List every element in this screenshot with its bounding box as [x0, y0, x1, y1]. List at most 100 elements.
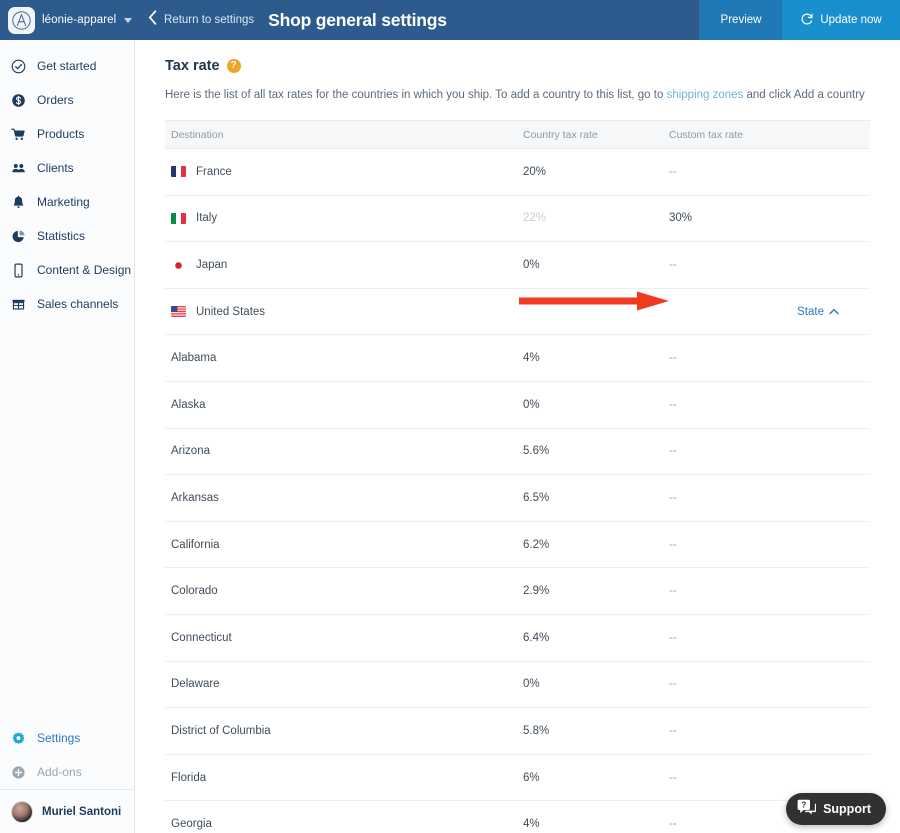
- table-row[interactable]: Delaware 0% --: [165, 661, 870, 709]
- sidebar-item-orders[interactable]: Orders: [0, 83, 134, 117]
- custom-tax-rate: --: [663, 521, 870, 569]
- state-name: Arizona: [165, 428, 517, 476]
- table-row[interactable]: District of Columbia 5.8% --: [165, 707, 870, 755]
- custom-tax-rate: --: [663, 334, 870, 383]
- return-to-settings-link[interactable]: Return to settings: [164, 14, 254, 26]
- sidebar-item-content-design[interactable]: Content & Design: [0, 253, 134, 287]
- sidebar-item-marketing[interactable]: Marketing: [0, 185, 134, 219]
- main-content: Tax rate ? Here is the list of all tax r…: [135, 40, 900, 833]
- country-tax-rate: 5.6%: [517, 428, 663, 476]
- sidebar-nav: Get started Orders Products Clients Mark…: [0, 40, 134, 321]
- country-name: Japan: [196, 259, 228, 272]
- sidebar-item-label: Settings: [37, 731, 81, 745]
- gear-icon: [11, 731, 26, 746]
- sidebar-item-label: Content & Design: [37, 263, 132, 277]
- question-mark-icon[interactable]: ?: [226, 59, 241, 73]
- table-row[interactable]: Connecticut 6.4% --: [165, 614, 870, 662]
- sidebar-item-label: Orders: [37, 93, 74, 107]
- custom-tax-rate: --: [663, 428, 870, 476]
- sidebar-item-label: Marketing: [37, 195, 90, 209]
- state-toggle-cell: State: [663, 288, 870, 336]
- table-row[interactable]: Florida 6% --: [165, 754, 870, 802]
- column-header-destination: Destination: [165, 120, 517, 150]
- update-now-button[interactable]: Update now: [782, 0, 900, 40]
- country-tax-rate: 2.9%: [517, 567, 663, 616]
- user-account[interactable]: Muriel Santoni: [0, 789, 134, 833]
- custom-tax-rate: --: [663, 241, 870, 289]
- country-name: United States: [196, 305, 266, 318]
- cart-icon: [11, 127, 26, 142]
- table-row[interactable]: Japan 0% --: [165, 241, 870, 289]
- app-window: léonie-apparel Return to settings Shop g…: [0, 0, 900, 833]
- plus-circle-icon: [11, 765, 26, 780]
- chevron-left-icon[interactable]: [148, 10, 157, 30]
- sidebar-item-label: Add-ons: [37, 765, 82, 779]
- sidebar-bottom: Settings Add-ons Muriel Santoni: [0, 721, 134, 833]
- chat-help-icon: ?: [797, 799, 817, 819]
- table-row[interactable]: Arkansas 6.5% --: [165, 474, 870, 522]
- flag-united-states: [171, 306, 186, 318]
- page-title: Shop general settings: [268, 9, 447, 30]
- table-row[interactable]: Arizona 5.6% --: [165, 428, 870, 476]
- country-tax-rate: 0%: [517, 241, 663, 289]
- table-row[interactable]: Colorado 2.9% --: [165, 567, 870, 616]
- bell-icon: [11, 195, 26, 210]
- country-tax-rate: 4%: [517, 334, 663, 383]
- chevron-down-icon: [124, 17, 133, 23]
- state-name: District of Columbia: [165, 707, 517, 755]
- country-tax-rate: [517, 288, 663, 336]
- shipping-zones-link[interactable]: shipping zones: [667, 89, 744, 101]
- top-bar: léonie-apparel Return to settings Shop g…: [0, 0, 900, 40]
- description-text-before: Here is the list of all tax rates for th…: [165, 89, 667, 101]
- country-tax-rate: 6.2%: [517, 521, 663, 569]
- user-name: Muriel Santoni: [42, 805, 122, 818]
- shop-switcher[interactable]: léonie-apparel: [0, 0, 135, 40]
- destination-cell: France: [165, 148, 517, 196]
- table-row[interactable]: Alabama 4% --: [165, 334, 870, 383]
- sidebar: Get started Orders Products Clients Mark…: [0, 40, 135, 833]
- table-row[interactable]: Italy 22% 30%: [165, 195, 870, 243]
- section-header: Tax rate ?: [165, 58, 870, 74]
- pie-chart-icon: [11, 229, 26, 244]
- country-name: France: [196, 165, 232, 178]
- column-header-custom-tax-rate: Custom tax rate: [663, 120, 870, 150]
- custom-tax-rate: --: [663, 148, 870, 196]
- preview-label: Preview: [720, 14, 762, 26]
- support-label: Support: [823, 802, 871, 816]
- table-row[interactable]: Alaska 0% --: [165, 381, 870, 429]
- country-tax-rate: 0%: [517, 661, 663, 709]
- table-row[interactable]: France 20% --: [165, 148, 870, 196]
- state-name: Florida: [165, 754, 517, 802]
- sidebar-item-label: Statistics: [37, 229, 86, 243]
- custom-tax-rate: --: [663, 381, 870, 429]
- country-tax-rate: 0%: [517, 381, 663, 429]
- sidebar-item-label: Clients: [37, 161, 74, 175]
- sidebar-item-sales-channels[interactable]: Sales channels: [0, 287, 134, 321]
- sidebar-item-get-started[interactable]: Get started: [0, 49, 134, 83]
- section-description: Here is the list of all tax rates for th…: [165, 87, 870, 103]
- svg-text:?: ?: [801, 800, 806, 809]
- support-button[interactable]: ? Support: [786, 793, 886, 825]
- sidebar-item-products[interactable]: Products: [0, 117, 134, 151]
- state-name: California: [165, 521, 517, 569]
- table-row[interactable]: Georgia 4% --: [165, 800, 870, 833]
- table-row[interactable]: California 6.2% --: [165, 521, 870, 569]
- people-icon: [11, 161, 26, 176]
- table-header-row: Destination Country tax rate Custom tax …: [165, 120, 870, 150]
- sidebar-item-clients[interactable]: Clients: [0, 151, 134, 185]
- custom-tax-rate: --: [663, 661, 870, 709]
- country-tax-rate: 22%: [517, 195, 663, 243]
- custom-tax-rate: --: [663, 474, 870, 522]
- custom-tax-rate: 30%: [663, 195, 870, 243]
- preview-button[interactable]: Preview: [699, 0, 782, 40]
- sidebar-item-settings[interactable]: Settings: [0, 721, 134, 755]
- custom-tax-rate: --: [663, 614, 870, 662]
- update-now-label: Update now: [820, 14, 882, 26]
- sidebar-item-statistics[interactable]: Statistics: [0, 219, 134, 253]
- state-toggle-button[interactable]: State: [669, 306, 870, 318]
- country-name: Italy: [196, 212, 218, 225]
- sidebar-item-add-ons[interactable]: Add-ons: [0, 755, 134, 789]
- table-row[interactable]: United States State: [165, 288, 870, 336]
- state-name: Connecticut: [165, 614, 517, 662]
- sidebar-item-label: Products: [37, 127, 85, 141]
